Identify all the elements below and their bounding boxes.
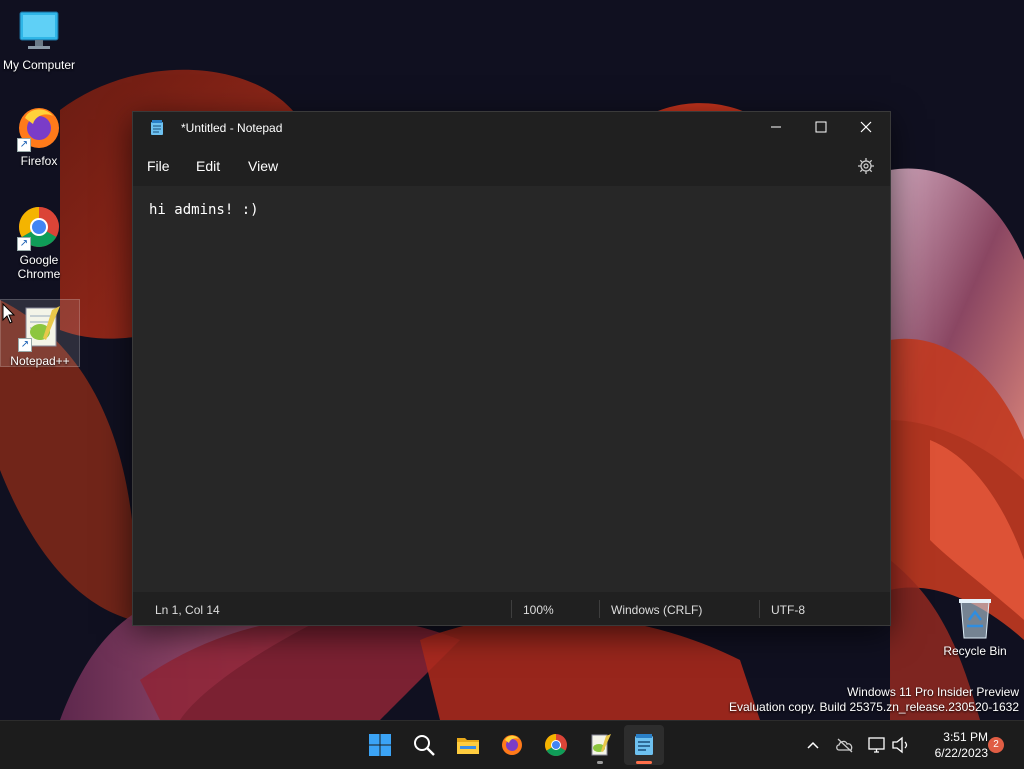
- notepad-window: *Untitled - Notepad File Edit View hi ad…: [132, 111, 891, 626]
- cloud-off-icon: [836, 738, 853, 753]
- notepad-icon: [635, 734, 653, 755]
- windows-watermark: Windows 11 Pro Insider Preview Evaluatio…: [729, 685, 1019, 715]
- gear-icon: [858, 158, 874, 174]
- taskbar-firefox[interactable]: [492, 725, 532, 765]
- desktop-icon-label: Firefox: [20, 154, 58, 168]
- status-divider: [511, 600, 512, 618]
- menu-edit[interactable]: Edit: [196, 156, 220, 176]
- taskbar-search-button[interactable]: [404, 725, 444, 765]
- status-divider: [759, 600, 760, 618]
- file-explorer-icon: [457, 738, 479, 754]
- start-icon: [369, 734, 391, 756]
- computer-icon: [15, 8, 63, 56]
- running-indicator: [597, 761, 603, 764]
- settings-button[interactable]: [856, 156, 876, 176]
- notepad-plus-plus-icon: ↗: [16, 304, 64, 352]
- watermark-build: Evaluation copy. Build 25375.zn_release.…: [729, 700, 1019, 714]
- shortcut-arrow-icon: ↗: [17, 138, 31, 152]
- menu-bar: File Edit View: [133, 148, 890, 184]
- status-zoom[interactable]: 100%: [523, 603, 554, 617]
- close-button[interactable]: [843, 112, 889, 142]
- firefox-icon: ↗: [15, 104, 63, 152]
- window-title: *Untitled - Notepad: [181, 121, 283, 135]
- network-tray-button[interactable]: [867, 735, 887, 755]
- chrome-icon: [545, 734, 567, 756]
- onedrive-tray-button[interactable]: [835, 735, 855, 755]
- taskbar-notepad[interactable]: [624, 725, 664, 765]
- status-bar: Ln 1, Col 14 100% Windows (CRLF) UTF-8: [133, 594, 890, 625]
- start-button[interactable]: [360, 725, 400, 765]
- desktop-icon-label: Notepad++: [10, 354, 70, 368]
- clock-time: 3:51 PM: [943, 730, 988, 744]
- network-icon: [868, 737, 885, 753]
- recycle-bin-icon: [955, 596, 995, 640]
- desktop-icon-my-computer[interactable]: My Computer: [0, 8, 78, 72]
- menu-file[interactable]: File: [147, 156, 170, 176]
- mouse-cursor-icon: [2, 303, 16, 324]
- notification-badge[interactable]: 2: [988, 737, 1004, 753]
- status-encoding: UTF-8: [771, 603, 805, 617]
- notepad-icon: [150, 120, 164, 141]
- desktop-icon-google-chrome[interactable]: ↗ Google Chrome: [0, 203, 78, 281]
- speaker-icon: [892, 736, 908, 754]
- status-divider: [599, 600, 600, 618]
- maximize-button[interactable]: [798, 112, 844, 142]
- text-editor[interactable]: hi admins! :): [133, 186, 890, 592]
- editor-content[interactable]: hi admins! :): [149, 202, 259, 218]
- search-icon: [414, 735, 435, 756]
- recycle-bin-label: Recycle Bin: [943, 644, 1007, 658]
- active-indicator: [636, 761, 652, 764]
- desktop-icon-firefox[interactable]: ↗ Firefox: [0, 104, 78, 168]
- shortcut-arrow-icon: ↗: [17, 237, 31, 251]
- desktop-icon-recycle-bin[interactable]: Recycle Bin: [940, 596, 1010, 658]
- desktop-icon-label: Google Chrome: [17, 253, 61, 281]
- firefox-icon: [502, 735, 522, 755]
- shortcut-arrow-icon: ↗: [18, 338, 32, 352]
- status-cursor-position: Ln 1, Col 14: [155, 603, 220, 617]
- desktop-icon-label: My Computer: [2, 58, 76, 72]
- chrome-icon: ↗: [15, 203, 63, 251]
- taskbar-clock[interactable]: 3:51 PM 6/22/2023: [918, 729, 988, 761]
- title-bar[interactable]: *Untitled - Notepad: [133, 112, 890, 144]
- volume-tray-button[interactable]: [891, 735, 911, 755]
- clock-date: 6/22/2023: [934, 746, 988, 760]
- minimize-button[interactable]: [753, 112, 799, 142]
- watermark-edition: Windows 11 Pro Insider Preview: [847, 685, 1019, 699]
- status-line-ending: Windows (CRLF): [611, 603, 703, 617]
- chevron-up-icon: [807, 741, 819, 749]
- taskbar: 3:51 PM 6/22/2023 2: [0, 720, 1024, 769]
- taskbar-file-explorer[interactable]: [448, 725, 488, 765]
- show-hidden-icons-button[interactable]: [803, 735, 823, 755]
- desktop: My Computer ↗ Firefox ↗ Google Chrome ↗ …: [0, 0, 1024, 720]
- taskbar-notepad-plus-plus[interactable]: [580, 725, 620, 765]
- menu-view[interactable]: View: [248, 156, 278, 176]
- taskbar-chrome[interactable]: [536, 725, 576, 765]
- notepad-plus-plus-icon: [591, 734, 611, 756]
